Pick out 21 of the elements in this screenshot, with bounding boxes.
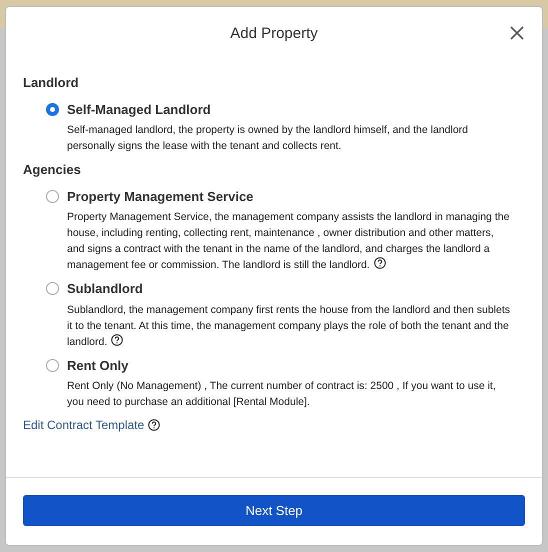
edit-template-link[interactable]: Edit Contract Template (23, 416, 144, 434)
dialog-title: Add Property (230, 24, 318, 44)
option-description: Rent Only (No Management) , The current number of contract is: 2500 , If you want to use it, you need to purchase an additional [Rental Module]. (66, 379, 497, 410)
option-title[interactable]: Sublandlord (67, 279, 143, 298)
radio-button[interactable] (46, 282, 59, 296)
radio-button[interactable] (46, 358, 59, 372)
option-title[interactable]: Rent Only (67, 356, 128, 375)
option-title[interactable]: Property Management Service (67, 186, 254, 206)
option-description: Self-managed landlord, the property is owned by the landlord himself, and the landlord personally signs the lease with the tenant and collects rent. (66, 123, 469, 154)
next-step-button[interactable]: Next Step (23, 495, 525, 526)
help-icon[interactable] (148, 419, 160, 431)
help-icon[interactable] (374, 257, 386, 269)
option-description: Sublandlord, the management company first rents the house from the landlord and then sublets it to the tenant. At this time, the management company plays the role of both the tenant and the landlord. (66, 302, 511, 350)
section-heading: Agencies (23, 161, 82, 179)
radio-button[interactable] (46, 190, 59, 203)
help-icon[interactable] (111, 334, 124, 346)
option-title[interactable]: Self-Managed Landlord (67, 100, 211, 119)
option-description: Property Management Service, the management company assists the landlord in managing the house, including renting, collecting rent, maintenance , owner distribution and other matters, and signs a contract with the tenant in the name of the landlord, and charges the landlord a management fee or commission. The landlord is still the landlord. (66, 210, 510, 273)
radio-button[interactable] (46, 102, 59, 116)
close-icon[interactable] (510, 26, 524, 40)
section-heading: Landlord (23, 74, 80, 92)
